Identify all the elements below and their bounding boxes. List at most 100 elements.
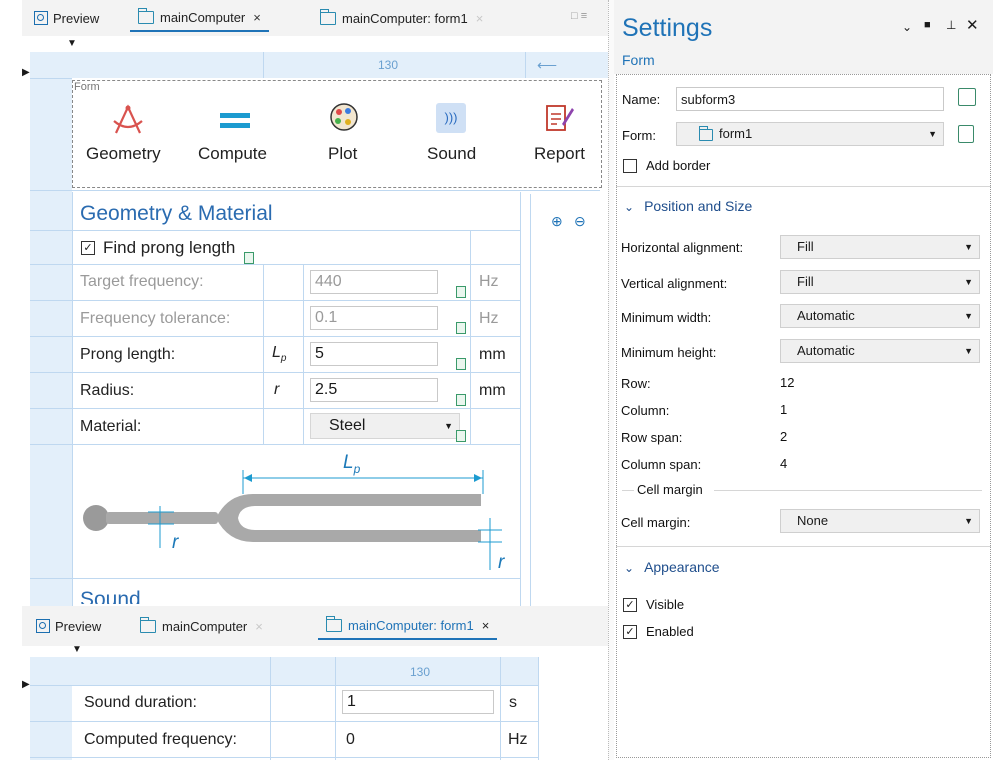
target-frequency-label: Target frequency: — [80, 273, 204, 290]
sound-button[interactable]: Sound — [427, 144, 476, 164]
plot-button[interactable]: Plot — [328, 144, 357, 164]
minimum-width-select[interactable]: Automatic ▼ — [780, 304, 980, 328]
ruler-marker: ▼ — [67, 38, 77, 49]
geometry-button[interactable]: Geometry — [86, 144, 161, 164]
settings-title: Settings — [622, 14, 713, 42]
name-label: Name: — [622, 92, 661, 107]
event-icon[interactable] — [456, 394, 466, 406]
compute-button[interactable]: Compute — [198, 144, 267, 164]
bottom-tab-bar — [22, 606, 608, 646]
tab-main-computer[interactable]: mainComputer × — [130, 4, 269, 32]
column-width-label: 130 — [378, 58, 399, 72]
tab-preview[interactable]: Preview — [26, 4, 107, 32]
chevron-down-icon: ▼ — [964, 346, 973, 356]
settings-subtitle: Form — [622, 52, 655, 68]
preview-icon — [34, 11, 48, 25]
close-icon[interactable]: × — [253, 10, 261, 25]
name-input[interactable]: subform3 — [676, 87, 944, 111]
graphics-panel — [530, 194, 605, 606]
prong-length-subscript: p — [280, 353, 287, 365]
appearance-section[interactable]: ⌄ Appearance — [624, 559, 720, 575]
sound-duration-input[interactable]: 1 — [342, 690, 494, 714]
form-icon — [138, 7, 154, 24]
cell-margin-group: Cell margin — [637, 482, 703, 497]
frequency-tolerance-label: Frequency tolerance: — [80, 310, 231, 327]
bottom-ruler-marker: ▼ — [72, 644, 82, 655]
minimum-height-label: Minimum height: — [621, 345, 717, 360]
settings-content-border — [616, 74, 991, 758]
geometry-icon — [113, 104, 143, 134]
target-frequency-unit: Hz — [479, 273, 499, 290]
target-frequency-input[interactable]: 440 — [310, 270, 438, 294]
horizontal-alignment-label: Horizontal alignment: — [621, 240, 744, 255]
bottom-tab-preview[interactable]: Preview — [28, 612, 109, 640]
form-caption: Form — [74, 81, 100, 93]
minimum-height-value: Automatic — [797, 343, 855, 358]
form-go-icon[interactable] — [958, 125, 974, 143]
vertical-alignment-label: Vertical alignment: — [621, 276, 728, 291]
bottom-row-marker: ▶ — [22, 679, 30, 690]
chevron-down-icon: ▼ — [964, 277, 973, 287]
name-edit-icon[interactable] — [958, 88, 976, 106]
event-icon[interactable] — [456, 286, 466, 298]
radius-unit: mm — [479, 382, 506, 399]
form-select-value: form1 — [719, 126, 753, 141]
material-select[interactable]: Steel ▼ — [310, 413, 460, 439]
computed-frequency-label: Computed frequency: — [84, 731, 237, 748]
form-select[interactable]: form1 ▼ — [676, 122, 944, 146]
geometry-section-heading: Geometry & Material — [80, 202, 273, 225]
maximize-icon[interactable]: ■ — [924, 19, 931, 31]
cell-margin-label: Cell margin: — [621, 515, 691, 530]
column-ruler — [30, 52, 608, 78]
bottom-tab-form1[interactable]: mainComputer: form1 × — [318, 612, 498, 640]
cell-margin-select[interactable]: None ▼ — [780, 509, 980, 533]
close-icon[interactable]: × — [255, 619, 263, 634]
bottom-tab-main-computer[interactable]: mainComputer × — [132, 612, 271, 640]
report-icon — [546, 105, 574, 131]
sound-section-heading: Sound — [80, 588, 141, 604]
diagram-r-label: r — [172, 532, 179, 553]
preview-icon — [36, 619, 50, 633]
bottom-column-ruler — [30, 657, 538, 685]
frequency-tolerance-unit: Hz — [479, 310, 499, 327]
enabled-checkbox[interactable]: ✓ — [623, 625, 637, 639]
event-icon[interactable] — [456, 430, 466, 442]
event-icon[interactable] — [244, 252, 254, 264]
sound-icon: ))) — [436, 103, 466, 133]
chevron-down-icon[interactable]: ⌄ — [902, 20, 912, 34]
pin-icon[interactable]: ⊥ — [946, 18, 956, 32]
minimum-height-select[interactable]: Automatic ▼ — [780, 339, 980, 363]
computed-frequency-value: 0 — [346, 731, 355, 748]
bottom-tab-preview-label: Preview — [55, 618, 102, 634]
tab-main-computer-form1[interactable]: mainComputer: form1 × — [312, 4, 491, 32]
position-size-section[interactable]: ⌄ Position and Size — [624, 198, 752, 214]
appearance-label: Appearance — [644, 559, 720, 575]
chevron-down-icon: ▼ — [964, 311, 973, 321]
close-icon[interactable]: × — [476, 11, 484, 26]
frequency-tolerance-input[interactable]: 0.1 — [310, 306, 438, 330]
find-prong-checkbox[interactable]: ✓ — [81, 241, 95, 255]
visible-checkbox[interactable]: ✓ — [623, 598, 637, 612]
report-button[interactable]: Report — [534, 144, 585, 164]
column-span-label: Column span: — [621, 457, 702, 472]
zoom-out-icon[interactable]: ⊖ — [574, 213, 586, 230]
window-menu-icon[interactable]: □ ≡ — [571, 10, 587, 22]
column-ruler-arrow: ⟵ — [537, 57, 558, 73]
vertical-alignment-select[interactable]: Fill ▼ — [780, 270, 980, 294]
prong-length-input[interactable]: 5 — [310, 342, 438, 366]
minimum-width-label: Minimum width: — [621, 310, 712, 325]
chevron-down-icon: ⌄ — [624, 200, 635, 214]
radius-input[interactable]: 2.5 — [310, 378, 438, 402]
bottom-tab-main-label: mainComputer — [162, 618, 248, 634]
event-icon[interactable] — [456, 322, 466, 334]
zoom-in-icon[interactable]: ⊕ — [551, 213, 563, 230]
horizontal-alignment-select[interactable]: Fill ▼ — [780, 235, 980, 259]
add-border-checkbox[interactable] — [623, 159, 637, 173]
close-panel-icon[interactable]: ✕ — [966, 16, 979, 34]
close-icon[interactable]: × — [482, 618, 490, 633]
sound-duration-label: Sound duration: — [84, 694, 197, 711]
chevron-down-icon: ▼ — [964, 516, 973, 526]
event-icon[interactable] — [456, 358, 466, 370]
radius-label: Radius: — [80, 382, 135, 399]
diagram-lp-subscript: p — [353, 461, 361, 476]
